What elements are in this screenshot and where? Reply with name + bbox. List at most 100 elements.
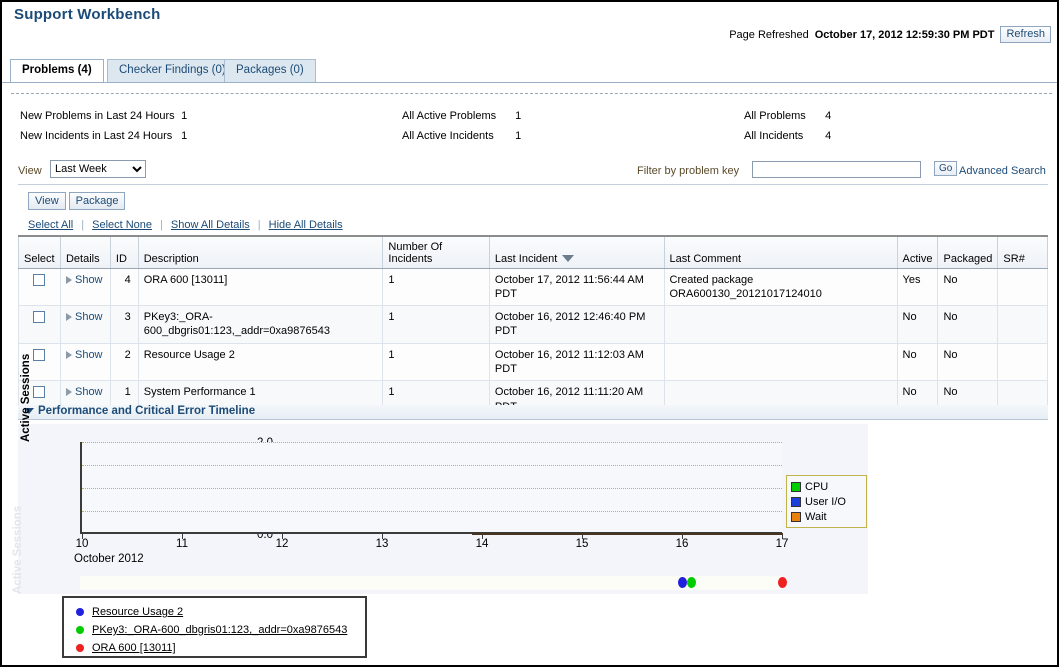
show-details-link[interactable]: Show xyxy=(75,349,103,361)
hide-all-details-link[interactable]: Hide All Details xyxy=(261,219,351,231)
row-id: 2 xyxy=(110,343,138,381)
row-checkbox[interactable] xyxy=(33,349,45,361)
package-button[interactable]: Package xyxy=(69,192,126,210)
support-workbench-page: Support Workbench Page Refreshed October… xyxy=(0,0,1059,667)
tab-checker-findings[interactable]: Checker Findings (0) xyxy=(107,59,238,82)
sort-descending-icon[interactable] xyxy=(562,255,574,262)
row-packaged: No xyxy=(938,306,998,344)
show-details-link[interactable]: Show xyxy=(75,311,103,323)
refresh-button[interactable]: Refresh xyxy=(1000,26,1051,43)
show-details-link[interactable]: Show xyxy=(75,274,103,286)
row-details-cell: Show xyxy=(60,268,110,306)
column-header-sr-number[interactable]: SR# xyxy=(998,236,1048,268)
show-details-link[interactable]: Show xyxy=(75,386,103,398)
column-header-select[interactable]: Select xyxy=(19,236,61,268)
x-tick-label: 17 xyxy=(776,538,789,550)
tab-panel-top xyxy=(2,83,1059,93)
event-link-pkey3[interactable]: PKey3:_ORA-600_dbgris01:123,_addr=0xa987… xyxy=(92,624,347,636)
event-legend-row: PKey3:_ORA-600_dbgris01:123,_addr=0xa987… xyxy=(72,621,357,639)
event-link-ora600[interactable]: ORA 600 [13011] xyxy=(92,642,176,654)
stat-row-all-incidents: All Incidents 4 xyxy=(744,126,831,146)
event-link-resource-usage[interactable]: Resource Usage 2 xyxy=(92,606,183,618)
chart-plot-area xyxy=(80,442,782,534)
section-divider xyxy=(11,93,1052,94)
chart-legend: CPU User I/O Wait xyxy=(786,475,867,528)
stat-row-all-active-incidents: All Active Incidents 1 xyxy=(402,126,521,146)
legend-swatch-user-io-icon xyxy=(791,497,801,507)
advanced-search-link[interactable]: Advanced Search xyxy=(959,165,1046,177)
column-header-last-incident[interactable]: Last Incident xyxy=(489,236,664,268)
x-tick-label: 11 xyxy=(176,538,188,550)
tab-bar: Problems (4) Checker Findings (0) Packag… xyxy=(2,59,1059,83)
tab-problems[interactable]: Problems (4) xyxy=(10,59,104,82)
view-button[interactable]: View xyxy=(28,192,66,210)
row-details-cell: Show xyxy=(60,343,110,381)
event-legend-row: ORA 600 [13011] xyxy=(72,639,357,657)
column-header-last-incident-label: Last Incident xyxy=(495,253,557,265)
gridline xyxy=(82,442,782,443)
row-incident-count: 1 xyxy=(383,268,490,306)
stat-label: All Problems xyxy=(744,106,822,126)
expand-triangle-icon[interactable] xyxy=(66,388,72,396)
row-last-comment xyxy=(664,343,897,381)
expand-triangle-icon[interactable] xyxy=(66,351,72,359)
table-row[interactable]: Show 2 Resource Usage 2 1 October 16, 20… xyxy=(19,343,1048,381)
stat-row-new-problems: New Problems in Last 24 Hours 1 xyxy=(20,106,187,126)
select-none-link[interactable]: Select None xyxy=(84,219,160,231)
row-description: Resource Usage 2 xyxy=(138,343,383,381)
view-label: View xyxy=(18,165,42,177)
show-all-details-link[interactable]: Show All Details xyxy=(163,219,258,231)
stat-row-all-active-problems: All Active Problems 1 xyxy=(402,106,521,126)
table-action-buttons: View Package xyxy=(28,192,125,210)
x-tick-label: 15 xyxy=(576,538,589,550)
row-checkbox[interactable] xyxy=(33,274,45,286)
stat-row-new-incidents: New Incidents in Last 24 Hours 1 xyxy=(20,126,187,146)
stat-label: All Active Problems xyxy=(402,106,512,126)
row-sr-number xyxy=(998,343,1048,381)
event-marker-band xyxy=(80,576,782,590)
row-active: No xyxy=(897,306,938,344)
row-sr-number xyxy=(998,306,1048,344)
event-marker-resource-usage[interactable] xyxy=(678,577,687,588)
event-marker-pkey3[interactable] xyxy=(687,577,696,588)
column-header-last-comment[interactable]: Last Comment xyxy=(664,236,897,268)
row-id: 3 xyxy=(110,306,138,344)
expand-triangle-icon[interactable] xyxy=(66,313,72,321)
column-header-packaged[interactable]: Packaged xyxy=(938,236,998,268)
row-last-comment: Created package ORA600130_20121017124010 xyxy=(664,268,897,306)
table-row[interactable]: Show 4 ORA 600 [13011] 1 October 17, 201… xyxy=(19,268,1048,306)
view-period-select[interactable]: Last Week xyxy=(50,160,146,178)
event-dot-red-icon xyxy=(76,644,84,652)
tab-packages[interactable]: Packages (0) xyxy=(224,59,316,82)
row-packaged: No xyxy=(938,343,998,381)
stat-value: 1 xyxy=(515,126,521,146)
event-legend-tooltip: Resource Usage 2 PKey3:_ORA-600_dbgris01… xyxy=(62,596,367,658)
row-checkbox[interactable] xyxy=(33,311,45,323)
stat-value: 1 xyxy=(515,106,521,126)
page-refreshed-timestamp: October 17, 2012 12:59:30 PM PDT xyxy=(815,29,995,41)
page-refreshed-label: Page Refreshed xyxy=(729,29,809,41)
column-header-number-of-incidents[interactable]: Number Of Incidents xyxy=(383,236,490,268)
x-tick-label: 10 xyxy=(76,538,89,550)
problem-key-filter-input[interactable] xyxy=(752,161,921,178)
stat-value: 1 xyxy=(181,106,187,126)
problems-table: Select Details ID Description Number Of … xyxy=(18,235,1048,419)
go-button[interactable]: Go xyxy=(934,161,957,176)
row-id: 4 xyxy=(110,268,138,306)
chart-x-axis-label: October 2012 xyxy=(74,553,144,565)
event-marker-ora600[interactable] xyxy=(778,577,787,588)
stat-value: 4 xyxy=(825,126,831,146)
legend-swatch-cpu-icon xyxy=(791,482,801,492)
row-packaged: No xyxy=(938,268,998,306)
table-row[interactable]: Show 3 PKey3:_ORA-600_dbgris01:123,_addr… xyxy=(19,306,1048,344)
column-header-description[interactable]: Description xyxy=(138,236,383,268)
view-filter-row: View Last Week Filter by problem key Go … xyxy=(2,160,1059,186)
expand-triangle-icon[interactable] xyxy=(66,276,72,284)
select-all-link[interactable]: Select All xyxy=(20,219,81,231)
column-header-id[interactable]: ID xyxy=(110,236,138,268)
row-checkbox[interactable] xyxy=(33,386,45,398)
column-header-active[interactable]: Active xyxy=(897,236,938,268)
row-description: ORA 600 [13011] xyxy=(138,268,383,306)
page-title: Support Workbench xyxy=(14,6,160,23)
column-header-details[interactable]: Details xyxy=(60,236,110,268)
